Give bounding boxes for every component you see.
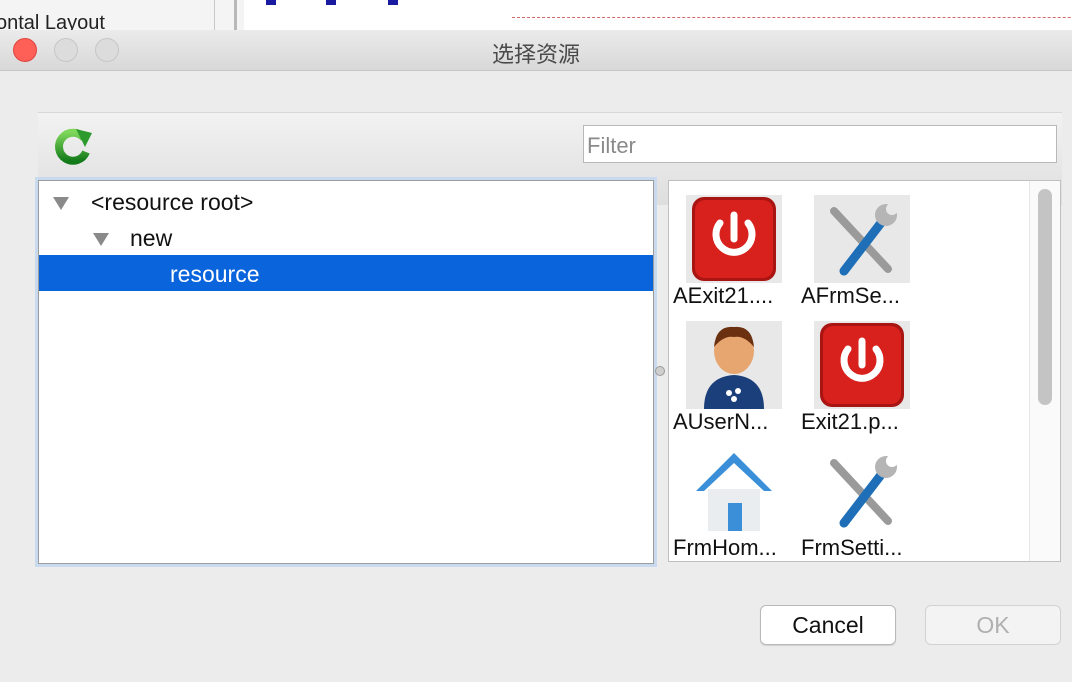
resource-caption: AExit21.... <box>673 283 774 308</box>
ok-button[interactable]: OK <box>925 605 1061 645</box>
disclosure-triangle-icon[interactable] <box>93 233 109 246</box>
background-label: ontal Layout <box>0 12 105 30</box>
refresh-icon[interactable] <box>52 125 94 167</box>
tree-item-new[interactable]: new <box>39 219 653 255</box>
user-icon <box>686 321 782 409</box>
resource-tile[interactable]: AFrmSe... <box>797 187 915 313</box>
splitter-handle[interactable] <box>655 366 665 376</box>
resource-tile[interactable]: FrmHom... <box>669 439 787 561</box>
resource-tile[interactable]: FrmSetti... <box>797 439 915 561</box>
gallery-scrollbar[interactable] <box>1029 181 1060 561</box>
resource-gallery: AExit21.... AFrmSe... AUserN... Exit21.p… <box>668 180 1061 562</box>
power-icon <box>814 321 910 409</box>
title-bar: 选择资源 <box>0 30 1072 71</box>
background-handle <box>326 0 336 5</box>
tools-icon <box>814 195 910 283</box>
disclosure-triangle-icon[interactable] <box>53 197 69 210</box>
background-canvas <box>244 0 1072 30</box>
resource-caption: Exit21.p... <box>801 409 899 434</box>
resource-tree[interactable]: <resource root> new resource <box>38 180 654 564</box>
resource-caption: FrmHom... <box>673 535 777 560</box>
background-handle <box>388 0 398 5</box>
background-divider <box>234 0 237 30</box>
resource-dialog: 选择资源 <resource root> new resource <box>0 30 1072 682</box>
tree-item-resource[interactable]: resource <box>39 255 653 291</box>
resource-caption: FrmSetti... <box>801 535 903 560</box>
resource-caption: AFrmSe... <box>801 283 901 308</box>
power-icon <box>686 195 782 283</box>
filter-input[interactable] <box>583 125 1057 163</box>
resource-tile[interactable]: AUserN... <box>669 313 787 439</box>
background-guide-line <box>512 17 1072 18</box>
home-icon <box>686 447 782 535</box>
tools-icon <box>814 447 910 535</box>
resource-tile[interactable]: Exit21.p... <box>797 313 915 439</box>
resource-tile[interactable]: AExit21.... <box>669 187 787 313</box>
tree-item-label: resource <box>170 261 260 287</box>
resource-caption: AUserN... <box>673 409 769 434</box>
dialog-title: 选择资源 <box>491 42 580 67</box>
tree-item-resource-root[interactable]: <resource root> <box>39 183 653 219</box>
cancel-button[interactable]: Cancel <box>760 605 896 645</box>
tree-item-label: <resource root> <box>91 189 254 215</box>
scrollbar-thumb[interactable] <box>1038 189 1052 405</box>
background-handle <box>266 0 276 5</box>
tree-item-label: new <box>130 225 173 251</box>
background-divider <box>214 0 215 30</box>
background-window: ontal Layout <box>0 0 1072 30</box>
